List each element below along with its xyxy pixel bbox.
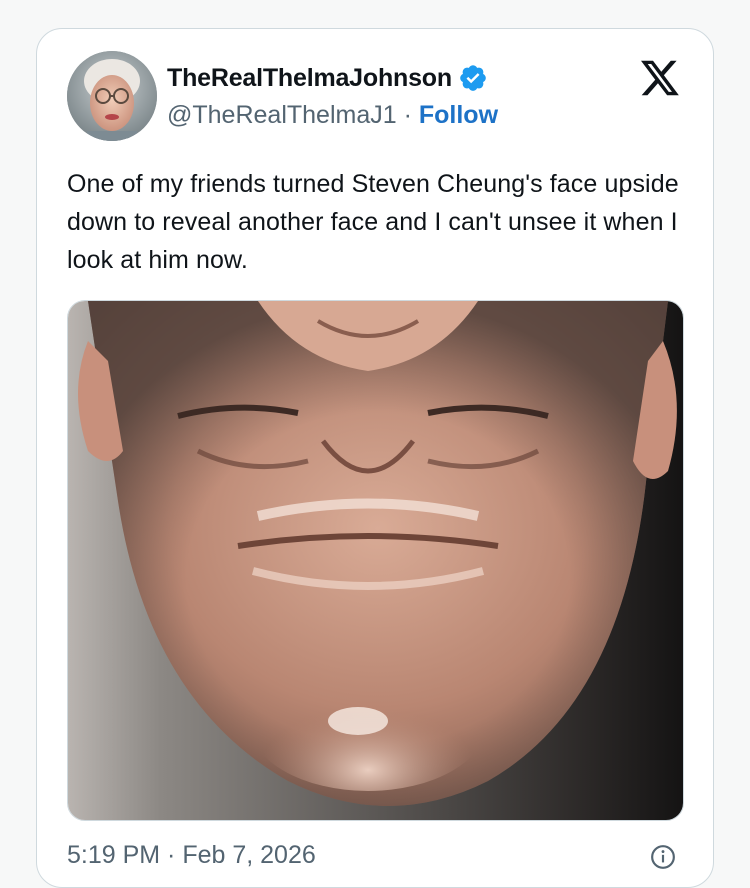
verified-badge-icon	[460, 65, 486, 91]
handle-row: @TheRealThelmaJ1 · Follow	[167, 101, 498, 130]
tweet-text: One of my friends turned Steven Cheung's…	[67, 170, 679, 274]
x-logo-icon[interactable]	[639, 59, 681, 97]
tweet-timestamp[interactable]: 5:19 PM · Feb 7, 2026	[67, 841, 316, 870]
handle[interactable]: @TheRealThelmaJ1	[167, 101, 397, 129]
tweet-card[interactable]: TheRealThelmaJohnson @TheRealThelmaJ1 · …	[36, 28, 714, 888]
follow-button[interactable]: Follow	[419, 101, 498, 129]
separator: ·	[396, 101, 419, 129]
tweet-media-image[interactable]	[67, 300, 684, 821]
display-name-text: TheRealThelmaJohnson	[167, 63, 452, 92]
display-name[interactable]: TheRealThelmaJohnson	[167, 63, 488, 93]
avatar[interactable]	[67, 51, 157, 141]
info-icon[interactable]	[650, 844, 676, 870]
